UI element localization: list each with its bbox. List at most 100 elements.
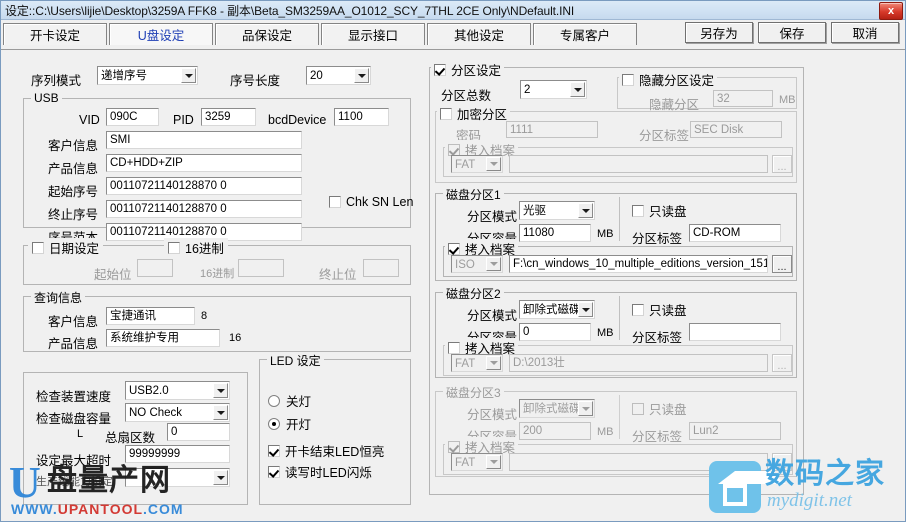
disk-capacity-combo[interactable]: NO Check: [125, 403, 230, 422]
dp2-path-input[interactable]: D:\2013壮: [509, 354, 768, 372]
serial-length-combo[interactable]: 20: [306, 66, 371, 85]
chevron-down-icon[interactable]: [570, 82, 585, 97]
query-customer-input[interactable]: 宝捷通讯: [106, 307, 195, 325]
query-product-label: 产品信息: [48, 333, 98, 352]
chevron-down-icon[interactable]: [213, 405, 228, 420]
total-sectors-input[interactable]: 0: [167, 423, 230, 441]
dp3-browse-button[interactable]: ...: [772, 453, 792, 471]
encrypted-browse-button[interactable]: ...: [772, 155, 792, 173]
chevron-down-icon[interactable]: [486, 257, 501, 271]
dp3-volume-input[interactable]: Lun2: [689, 422, 781, 440]
disk-capacity-value: NO Check: [129, 407, 182, 419]
partition-total-value: 2: [524, 84, 530, 96]
dp1-path-input[interactable]: F:\cn_windows_10_multiple_editions_versi…: [509, 255, 768, 273]
password-input[interactable]: 1111: [506, 121, 598, 138]
dp1-mode-combo[interactable]: 光驱: [519, 201, 595, 220]
dp3-path-input[interactable]: [509, 453, 768, 471]
chevron-down-icon[interactable]: [213, 470, 228, 485]
serial-mode-combo[interactable]: 递增序号: [97, 66, 198, 85]
checkbox-box: [448, 144, 460, 156]
dp1-capacity-input[interactable]: 11080: [519, 224, 591, 242]
led-off-radio[interactable]: 关灯: [268, 391, 311, 410]
date-setting-checkbox[interactable]: 日期设定: [28, 238, 103, 257]
encrypted-partition-checkbox[interactable]: 加密分区: [437, 104, 510, 123]
dp1-browse-button[interactable]: ...: [772, 255, 792, 273]
chevron-down-icon[interactable]: [213, 383, 228, 398]
partition-settings-checkbox[interactable]: 分区设定: [431, 60, 504, 79]
tab-zhuanshu-kehu[interactable]: 专属客户: [533, 23, 637, 45]
dp2-browse-button[interactable]: ...: [772, 354, 792, 372]
usb-customer-input[interactable]: SMI: [106, 131, 302, 149]
chevron-down-icon[interactable]: [578, 302, 593, 317]
chk-sn-len-checkbox[interactable]: Chk SN Len: [329, 195, 413, 209]
dp3-divider: [619, 395, 620, 439]
title-bar: 设定::C:\Users\lijie\Desktop\3259A FFK8 - …: [1, 1, 905, 20]
chevron-down-icon[interactable]: [578, 401, 593, 416]
dp3-capacity-unit: MB: [597, 426, 614, 438]
chevron-down-icon[interactable]: [486, 157, 501, 171]
save-button[interactable]: 保存: [758, 22, 826, 43]
end-serial-label: 终止序号: [48, 204, 98, 223]
dp3-fs-combo[interactable]: FAT: [451, 453, 503, 471]
encrypted-partition-group-label: 加密分区: [457, 104, 507, 123]
dp2-volume-input[interactable]: [689, 323, 781, 341]
dp3-readonly-checkbox[interactable]: 只读盘: [632, 399, 687, 418]
led-finish-checkbox[interactable]: 开卡结束LED恒亮: [268, 441, 384, 460]
led-on-radio[interactable]: 开灯: [268, 414, 311, 433]
start-pos-input[interactable]: [137, 259, 173, 277]
encrypted-volume-input[interactable]: SEC Disk: [690, 121, 782, 138]
hidden-partition-checkbox[interactable]: 隐藏分区设定: [619, 70, 717, 89]
usb-product-input[interactable]: CD+HDD+ZIP: [106, 154, 302, 172]
hex-checkbox[interactable]: 16进制: [164, 238, 228, 257]
production-capability-combo[interactable]: [125, 468, 230, 487]
bcd-device-input[interactable]: 1100: [334, 108, 389, 126]
dp1-readonly-checkbox[interactable]: 只读盘: [632, 201, 687, 220]
dp2-fs-combo[interactable]: FAT: [451, 354, 503, 372]
hex2-input[interactable]: [238, 259, 284, 277]
dp1-mode-label: 分区模式: [467, 206, 517, 225]
tab-upan-shezhi[interactable]: U盘设定: [109, 23, 213, 45]
encrypted-fs-combo[interactable]: FAT: [451, 155, 503, 173]
dp1-fs-combo[interactable]: ISO: [451, 255, 503, 273]
max-timeout-input[interactable]: 99999999: [125, 445, 230, 463]
chevron-down-icon[interactable]: [354, 68, 369, 83]
tab-qita-shezhi[interactable]: 其他设定: [427, 23, 531, 45]
encrypted-path-input[interactable]: [509, 155, 768, 173]
vid-input[interactable]: 090C: [106, 108, 159, 126]
dp2-mode-label: 分区模式: [467, 305, 517, 324]
checkbox-box: [448, 342, 460, 354]
query-info-group-label: 查询信息: [31, 289, 85, 306]
save-as-button[interactable]: 另存为: [685, 22, 753, 43]
dp2-mode-combo[interactable]: 卸除式磁碟: [519, 300, 595, 319]
chevron-down-icon[interactable]: [486, 455, 501, 469]
hidden-partition-size-input[interactable]: 32: [713, 90, 773, 107]
serial-mode-label: 序列模式: [31, 70, 81, 89]
end-serial-input[interactable]: 00110721140128870 0: [106, 200, 302, 218]
pid-input[interactable]: 3259: [201, 108, 256, 126]
dp1-volume-input[interactable]: CD-ROM: [689, 224, 781, 242]
device-speed-combo[interactable]: USB2.0: [125, 381, 230, 400]
dp2-readonly-label: 只读盘: [649, 300, 687, 319]
dp2-readonly-checkbox[interactable]: 只读盘: [632, 300, 687, 319]
dp2-capacity-input[interactable]: 0: [519, 323, 591, 341]
chevron-down-icon[interactable]: [486, 356, 501, 370]
tab-pinbao-shezhi[interactable]: 品保设定: [215, 23, 319, 45]
chevron-down-icon[interactable]: [578, 203, 593, 218]
query-product-input[interactable]: 系统维护专用: [106, 329, 220, 347]
encrypted-volume-label: 分区标签: [639, 125, 689, 144]
cancel-button[interactable]: 取消: [831, 22, 899, 43]
pid-label: PID: [173, 113, 194, 127]
close-icon[interactable]: x: [879, 2, 903, 20]
tab-xianshi-jiekou[interactable]: 显示接口: [321, 23, 425, 45]
dp3-mode-combo[interactable]: 卸除式磁碟: [519, 399, 595, 418]
led-blink-checkbox[interactable]: 读写时LED闪烁: [268, 462, 372, 481]
start-serial-input[interactable]: 00110721140128870 0: [106, 177, 302, 195]
tab-kaika-shezhi[interactable]: 开卡设定: [3, 23, 107, 45]
end-pos-input[interactable]: [363, 259, 399, 277]
chevron-down-icon[interactable]: [181, 68, 196, 83]
partition-total-combo[interactable]: 2: [520, 80, 587, 99]
disk-capacity-label: 检查磁盘容量: [36, 408, 111, 427]
dp3-capacity-input[interactable]: 200: [519, 422, 591, 440]
disk-partition-1-group-label: 磁盘分区1: [443, 186, 504, 203]
checkbox-box: [329, 196, 341, 208]
